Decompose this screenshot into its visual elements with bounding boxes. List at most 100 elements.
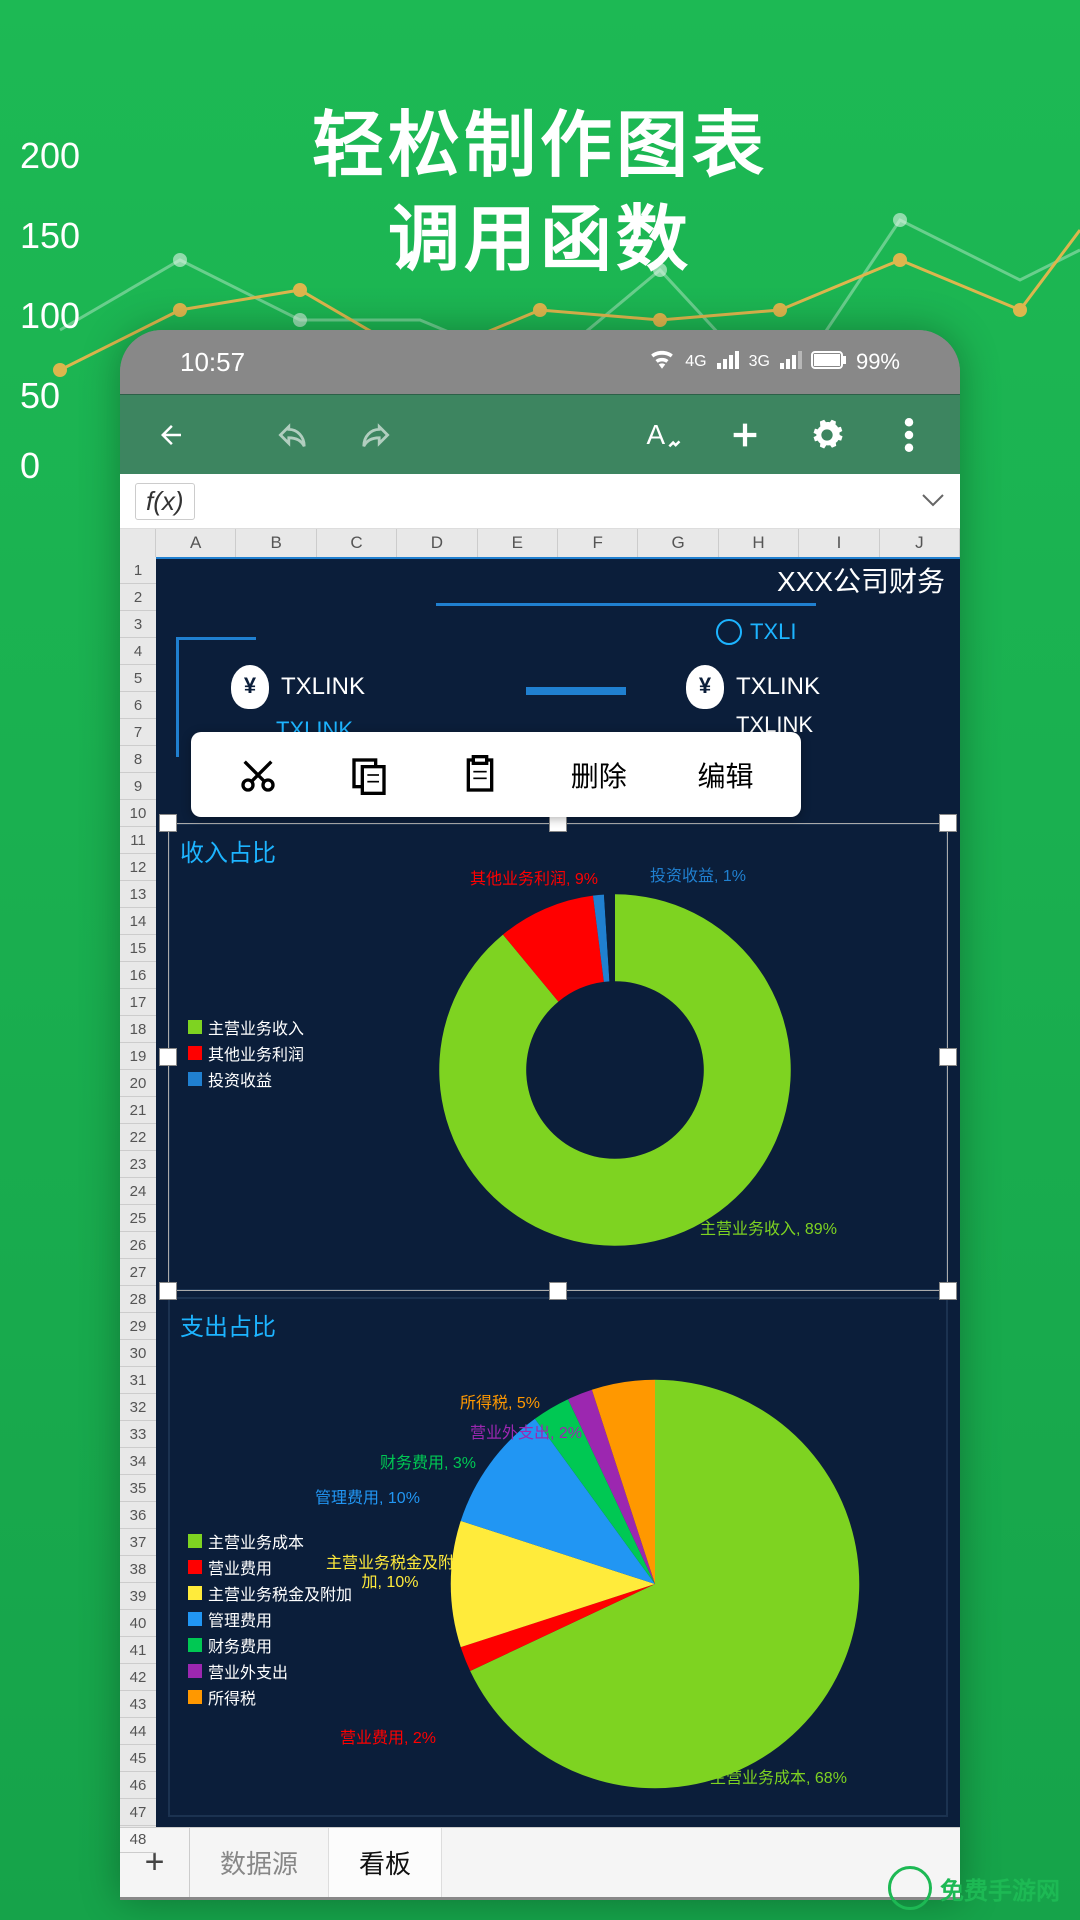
row-48[interactable]: 48 bbox=[120, 1826, 156, 1853]
row-21[interactable]: 21 bbox=[120, 1097, 156, 1124]
row-20[interactable]: 20 bbox=[120, 1070, 156, 1097]
row-44[interactable]: 44 bbox=[120, 1718, 156, 1745]
col-e[interactable]: E bbox=[478, 529, 558, 557]
row-1[interactable]: 1 bbox=[120, 557, 156, 584]
row-31[interactable]: 31 bbox=[120, 1367, 156, 1394]
row-41[interactable]: 41 bbox=[120, 1637, 156, 1664]
row-16[interactable]: 16 bbox=[120, 962, 156, 989]
col-i[interactable]: I bbox=[799, 529, 879, 557]
row-5[interactable]: 5 bbox=[120, 665, 156, 692]
row-12[interactable]: 12 bbox=[120, 854, 156, 881]
undo-button[interactable] bbox=[257, 399, 329, 471]
col-c[interactable]: C bbox=[317, 529, 397, 557]
chart-panel-expense[interactable]: 支出占比 主营业务成本营业费用主营业务税金及附加管理费用财务费用营业外支出所得税… bbox=[168, 1297, 948, 1817]
legend-item: 其他业务利润 bbox=[188, 1041, 304, 1065]
sheet-tab-dashboard[interactable]: 看板 bbox=[329, 1828, 442, 1897]
row-9[interactable]: 9 bbox=[120, 773, 156, 800]
app-toolbar: A bbox=[120, 394, 960, 474]
paste-button[interactable] bbox=[452, 755, 508, 795]
signal-bars-icon bbox=[717, 349, 739, 375]
col-b[interactable]: B bbox=[236, 529, 316, 557]
status-bar: 10:57 4G 3G 99% bbox=[120, 330, 960, 394]
row-23[interactable]: 23 bbox=[120, 1151, 156, 1178]
row-26[interactable]: 26 bbox=[120, 1232, 156, 1259]
row-33[interactable]: 33 bbox=[120, 1421, 156, 1448]
row-18[interactable]: 18 bbox=[120, 1016, 156, 1043]
row-3[interactable]: 3 bbox=[120, 611, 156, 638]
row-45[interactable]: 45 bbox=[120, 1745, 156, 1772]
row-34[interactable]: 34 bbox=[120, 1448, 156, 1475]
row-8[interactable]: 8 bbox=[120, 746, 156, 773]
column-headers: A B C D E F G H I J bbox=[120, 529, 960, 557]
row-30[interactable]: 30 bbox=[120, 1340, 156, 1367]
row-17[interactable]: 17 bbox=[120, 989, 156, 1016]
clock-icon bbox=[716, 619, 742, 645]
row-24[interactable]: 24 bbox=[120, 1178, 156, 1205]
context-menu: 删除 编辑 bbox=[191, 732, 801, 817]
row-25[interactable]: 25 bbox=[120, 1205, 156, 1232]
formula-input[interactable] bbox=[195, 474, 921, 528]
stat-2: TXLINK bbox=[686, 665, 820, 709]
col-f[interactable]: F bbox=[558, 529, 638, 557]
row-14[interactable]: 14 bbox=[120, 908, 156, 935]
row-6[interactable]: 6 bbox=[120, 692, 156, 719]
row-35[interactable]: 35 bbox=[120, 1475, 156, 1502]
promo-line1: 轻松制作图表 bbox=[0, 100, 1080, 194]
row-19[interactable]: 19 bbox=[120, 1043, 156, 1070]
col-d[interactable]: D bbox=[397, 529, 477, 557]
sheet-canvas[interactable]: XXX公司财务 TXLI TXLINK TXLINK TXLINK TXLI bbox=[156, 557, 960, 1827]
doc-title: XXX公司财务 bbox=[156, 557, 960, 601]
col-j[interactable]: J bbox=[880, 529, 960, 557]
legend-item: 管理费用 bbox=[188, 1607, 352, 1631]
row-43[interactable]: 43 bbox=[120, 1691, 156, 1718]
copy-button[interactable] bbox=[341, 755, 397, 795]
sheet-tabs: + 数据源 看板 bbox=[120, 1827, 960, 1897]
spreadsheet[interactable]: A B C D E F G H I J 12345678910111213141… bbox=[120, 529, 960, 1827]
row-38[interactable]: 38 bbox=[120, 1556, 156, 1583]
battery-icon bbox=[812, 349, 846, 375]
row-15[interactable]: 15 bbox=[120, 935, 156, 962]
row-40[interactable]: 40 bbox=[120, 1610, 156, 1637]
promo-title: 轻松制作图表 调用函数 bbox=[0, 100, 1080, 287]
back-button[interactable] bbox=[135, 399, 207, 471]
row-28[interactable]: 28 bbox=[120, 1286, 156, 1313]
chart-panel-income[interactable]: 收入占比 主营业务收入其他业务利润投资收益 主营业务收入, 89%其他业务利润,… bbox=[168, 823, 948, 1291]
font-style-button[interactable]: A bbox=[627, 399, 699, 471]
data-label: 所得税, 5% bbox=[460, 1394, 540, 1413]
row-29[interactable]: 29 bbox=[120, 1313, 156, 1340]
cut-button[interactable] bbox=[230, 755, 286, 795]
signal-3g-label: 3G bbox=[749, 353, 770, 371]
edit-button[interactable]: 编辑 bbox=[690, 755, 762, 795]
row-36[interactable]: 36 bbox=[120, 1502, 156, 1529]
row-2[interactable]: 2 bbox=[120, 584, 156, 611]
more-button[interactable] bbox=[873, 399, 945, 471]
data-label: 营业费用, 2% bbox=[340, 1729, 436, 1748]
col-a[interactable]: A bbox=[156, 529, 236, 557]
row-27[interactable]: 27 bbox=[120, 1259, 156, 1286]
row-32[interactable]: 32 bbox=[120, 1394, 156, 1421]
col-g[interactable]: G bbox=[638, 529, 718, 557]
col-h[interactable]: H bbox=[719, 529, 799, 557]
status-time: 10:57 bbox=[180, 347, 245, 378]
sheet-tab-datasource[interactable]: 数据源 bbox=[190, 1828, 329, 1897]
promo-line2: 调用函数 bbox=[0, 194, 1080, 288]
row-7[interactable]: 7 bbox=[120, 719, 156, 746]
row-11[interactable]: 11 bbox=[120, 827, 156, 854]
row-46[interactable]: 46 bbox=[120, 1772, 156, 1799]
row-39[interactable]: 39 bbox=[120, 1583, 156, 1610]
add-button[interactable] bbox=[709, 399, 781, 471]
settings-button[interactable] bbox=[791, 399, 863, 471]
row-42[interactable]: 42 bbox=[120, 1664, 156, 1691]
row-10[interactable]: 10 bbox=[120, 800, 156, 827]
row-13[interactable]: 13 bbox=[120, 881, 156, 908]
row-22[interactable]: 22 bbox=[120, 1124, 156, 1151]
legend-item: 财务费用 bbox=[188, 1633, 352, 1657]
chevron-down-icon[interactable] bbox=[921, 490, 945, 513]
row-47[interactable]: 47 bbox=[120, 1799, 156, 1826]
delete-button[interactable]: 删除 bbox=[563, 755, 635, 795]
legend-item: 主营业务收入 bbox=[188, 1015, 304, 1039]
data-label: 主营业务成本, 68% bbox=[710, 1769, 847, 1788]
row-4[interactable]: 4 bbox=[120, 638, 156, 665]
redo-button[interactable] bbox=[339, 399, 411, 471]
row-37[interactable]: 37 bbox=[120, 1529, 156, 1556]
